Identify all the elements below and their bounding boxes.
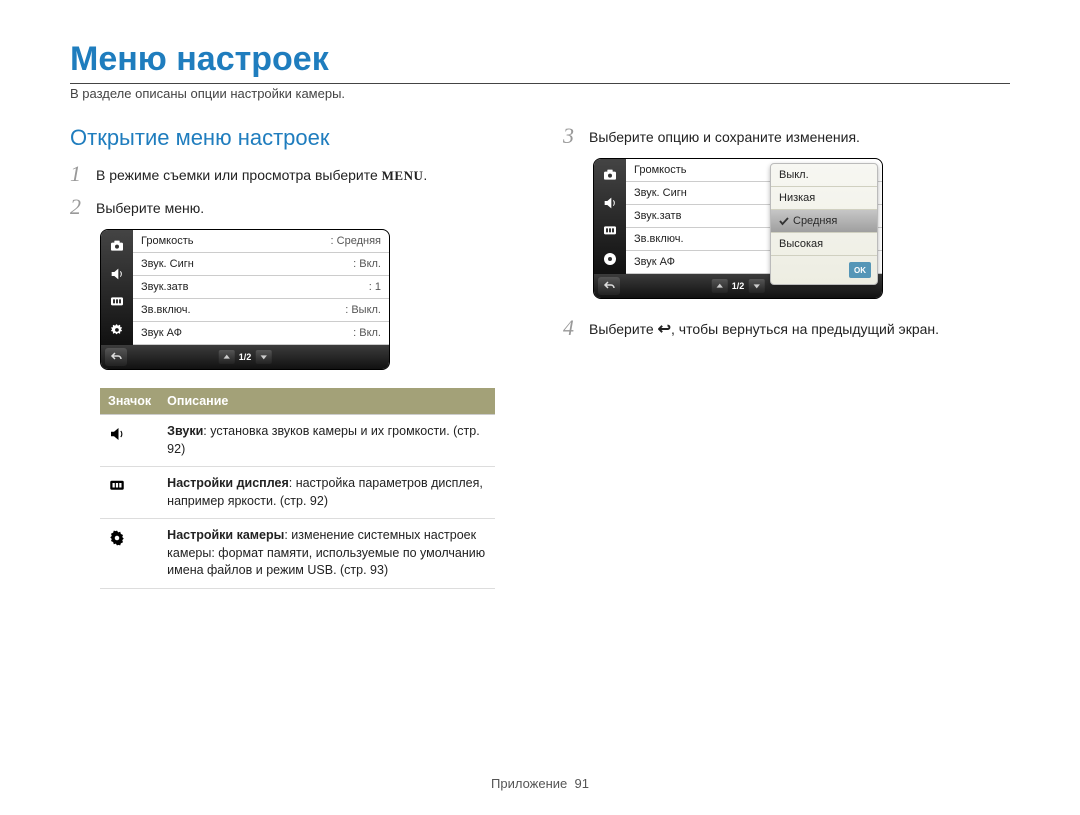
popup-option-selected[interactable]: Средняя bbox=[771, 210, 877, 233]
menu-row[interactable]: Звук. Сигн: Вкл. bbox=[133, 253, 389, 276]
title-rule bbox=[70, 83, 1010, 84]
step-3: 3 Выберите опцию и сохраните изменения. bbox=[563, 125, 1010, 148]
camera-screen-option: Громкость Звук. Сигн Звук.затв Зв.включ.… bbox=[593, 158, 883, 299]
step-number: 3 bbox=[563, 125, 579, 147]
pager-up-icon[interactable] bbox=[219, 350, 235, 364]
display-icon bbox=[100, 467, 159, 519]
menu-row[interactable]: Громкость: Средняя bbox=[133, 230, 389, 253]
ok-button[interactable]: OK bbox=[849, 262, 871, 278]
step-number: 1 bbox=[70, 163, 86, 185]
page-number: 91 bbox=[575, 776, 589, 791]
speaker-icon[interactable] bbox=[105, 262, 129, 286]
step-2-text: Выберите меню. bbox=[96, 196, 204, 219]
check-icon bbox=[779, 216, 789, 226]
pager: 1/2 bbox=[219, 350, 272, 364]
menu-row[interactable]: Звук.затв: 1 bbox=[133, 276, 389, 299]
icon-description-table: Значок Описание Звуки: установка звуков … bbox=[100, 388, 495, 589]
display-icon[interactable] bbox=[105, 290, 129, 314]
gear-icon bbox=[100, 519, 159, 589]
speaker-icon bbox=[100, 415, 159, 467]
popup-option[interactable]: Низкая bbox=[771, 187, 877, 210]
step-number: 2 bbox=[70, 196, 86, 218]
back-button[interactable] bbox=[105, 348, 127, 366]
menu-row[interactable]: Звук АФ: Вкл. bbox=[133, 322, 389, 345]
screen-sidebar bbox=[594, 159, 626, 274]
screen-sidebar bbox=[101, 230, 133, 345]
section-heading: Открытие меню настроек bbox=[70, 125, 517, 151]
back-glyph-icon: ↩ bbox=[658, 322, 671, 338]
pager-down-icon[interactable] bbox=[748, 279, 764, 293]
option-popup: Выкл. Низкая Средняя Высокая OK bbox=[770, 163, 878, 285]
pager-up-icon[interactable] bbox=[712, 279, 728, 293]
pager-text: 1/2 bbox=[732, 281, 745, 291]
step-1: 1 В режиме съемки или просмотра выберите… bbox=[70, 163, 517, 186]
table-head-icon: Значок bbox=[100, 388, 159, 415]
footer-label: Приложение bbox=[491, 776, 567, 791]
display-icon[interactable] bbox=[598, 219, 622, 243]
popup-option[interactable]: Выкл. bbox=[771, 164, 877, 187]
speaker-icon[interactable] bbox=[598, 191, 622, 215]
screen-footer: 1/2 bbox=[101, 345, 389, 369]
camera-screen-menu: Громкость: Средняя Звук. Сигн: Вкл. Звук… bbox=[100, 229, 390, 370]
back-button[interactable] bbox=[598, 277, 620, 295]
pager-down-icon[interactable] bbox=[255, 350, 271, 364]
menu-row[interactable]: Зв.включ.: Выкл. bbox=[133, 299, 389, 322]
page-title: Меню настроек bbox=[70, 40, 1010, 79]
pager-text: 1/2 bbox=[239, 352, 252, 362]
table-cell: Настройки камеры: изменение системных на… bbox=[159, 519, 495, 589]
camera-icon[interactable] bbox=[598, 163, 622, 187]
step-1-text-b: . bbox=[423, 167, 427, 183]
step-4: 4 Выберите ↩, чтобы вернуться на предыду… bbox=[563, 317, 1010, 340]
step-3-text: Выберите опцию и сохраните изменения. bbox=[589, 125, 860, 148]
page-subtitle: В разделе описаны опции настройки камеры… bbox=[70, 86, 1010, 101]
pager: 1/2 bbox=[712, 279, 765, 293]
popup-option[interactable]: Высокая bbox=[771, 233, 877, 256]
step-4-text-a: Выберите bbox=[589, 321, 658, 337]
step-number: 4 bbox=[563, 317, 579, 339]
step-1-text-a: В режиме съемки или просмотра выберите bbox=[96, 167, 382, 183]
step-4-text-b: , чтобы вернуться на предыдущий экран. bbox=[671, 321, 939, 337]
gear-icon[interactable] bbox=[598, 247, 622, 271]
table-cell: Настройки дисплея: настройка параметров … bbox=[159, 467, 495, 519]
table-cell: Звуки: установка звуков камеры и их гром… bbox=[159, 415, 495, 467]
gear-icon[interactable] bbox=[105, 318, 129, 342]
camera-icon[interactable] bbox=[105, 234, 129, 258]
page-footer: Приложение 91 bbox=[0, 776, 1080, 791]
menu-label: MENU bbox=[382, 168, 424, 183]
step-2: 2 Выберите меню. bbox=[70, 196, 517, 219]
table-head-desc: Описание bbox=[159, 388, 495, 415]
